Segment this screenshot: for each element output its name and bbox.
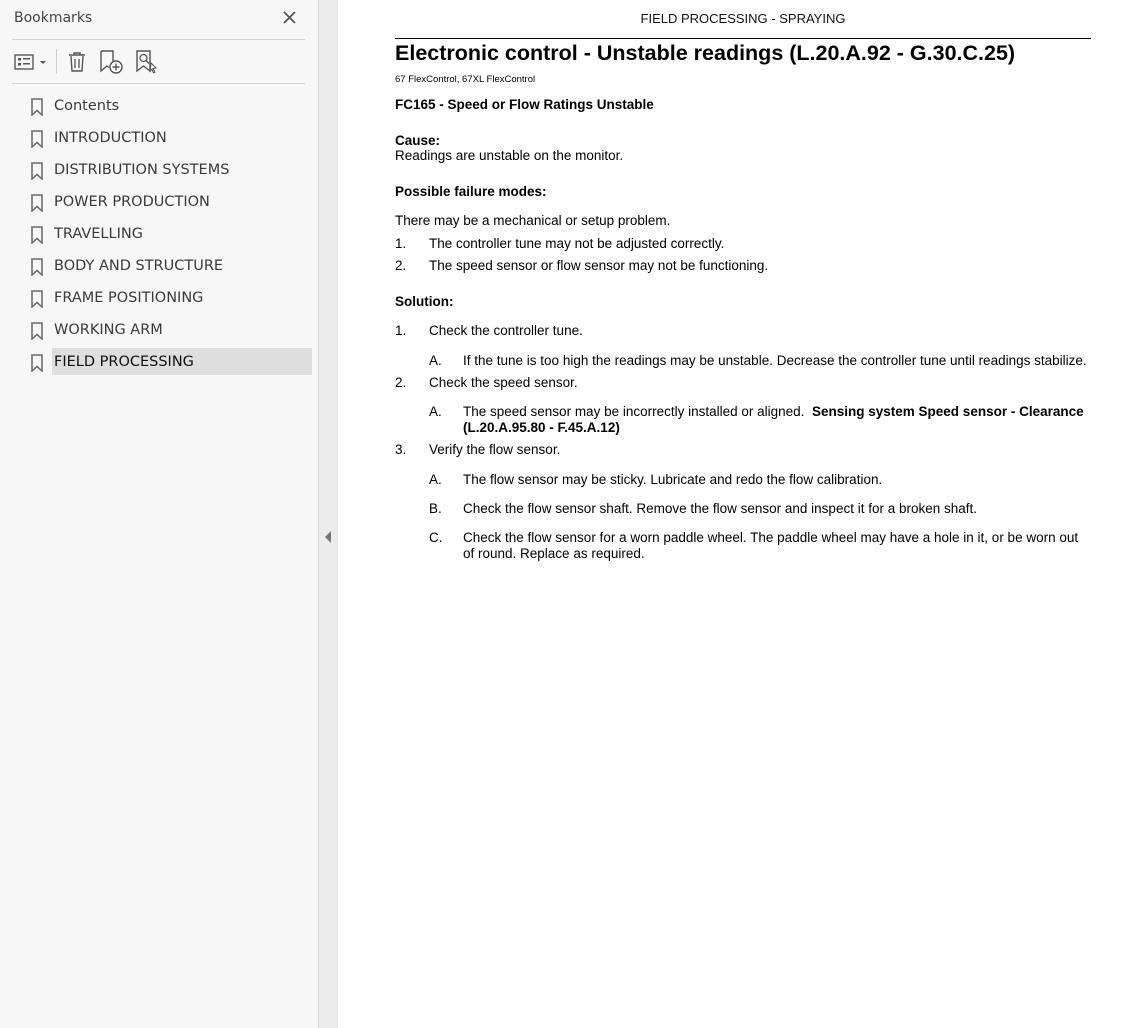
failure-intro: There may be a mechanical or setup probl… bbox=[395, 213, 671, 228]
close-icon bbox=[283, 11, 296, 24]
find-current-bookmark-button[interactable] bbox=[132, 48, 160, 76]
bookmark-travelling[interactable]: TRAVELLING bbox=[0, 220, 318, 252]
panel-title: Bookmarks bbox=[14, 10, 93, 26]
bookmark-icon bbox=[31, 258, 43, 276]
bookmark-distribution-systems[interactable]: DISTRIBUTION SYSTEMS bbox=[0, 156, 318, 188]
solution-step-text: Verify the flow sensor. bbox=[429, 442, 561, 457]
bookmark-label: Contents bbox=[54, 98, 120, 114]
new-bookmark-icon bbox=[100, 50, 123, 74]
cross-reference-link[interactable]: (L.20.A.95.80 - F.45.A.12) bbox=[463, 420, 620, 436]
bookmark-label: POWER PRODUCTION bbox=[54, 194, 210, 210]
bookmark-label: FIELD PROCESSING bbox=[54, 354, 194, 370]
delete-bookmark-button[interactable] bbox=[63, 48, 91, 76]
bookmark-icon bbox=[31, 226, 43, 244]
collapse-panel-icon[interactable] bbox=[325, 531, 331, 543]
sub-step-text: of round. Replace as required. bbox=[463, 546, 645, 561]
running-header: FIELD PROCESSING - SPRAYING bbox=[640, 11, 846, 26]
bookmark-icon bbox=[31, 162, 43, 180]
list-number: 1. bbox=[395, 236, 407, 251]
bookmark-introduction[interactable]: INTRODUCTION bbox=[0, 124, 318, 156]
bookmark-icon bbox=[31, 130, 43, 148]
sub-step-text: Check the flow sensor for a worn paddle … bbox=[463, 530, 1079, 545]
failure-mode-text: The controller tune may not be adjusted … bbox=[429, 236, 725, 251]
sub-letter: A. bbox=[429, 353, 442, 368]
list-options-icon bbox=[14, 54, 46, 70]
trash-icon bbox=[69, 52, 85, 72]
bookmark-label: BODY AND STRUCTURE bbox=[54, 258, 224, 274]
bookmark-options-button[interactable] bbox=[12, 48, 50, 76]
toolbar-separator bbox=[56, 49, 57, 74]
bookmark-contents[interactable]: Contents bbox=[0, 92, 318, 124]
bookmark-body-and-structure[interactable]: BODY AND STRUCTURE bbox=[0, 252, 318, 284]
sub-letter: A. bbox=[429, 404, 442, 419]
bookmark-list: Contents INTRODUCTION DISTRIBUTION SYSTE… bbox=[0, 92, 318, 380]
panel-divider bbox=[12, 39, 305, 40]
applicability-text: 67 FlexControl, 67XL FlexControl bbox=[395, 74, 536, 85]
list-number: 2. bbox=[395, 375, 407, 390]
sub-step-text: The speed sensor may be incorrectly inst… bbox=[463, 404, 805, 419]
solution-heading: Solution: bbox=[395, 294, 454, 309]
cross-reference-link[interactable]: Sensing system Speed sensor - Clearance bbox=[812, 404, 1084, 420]
bookmark-power-production[interactable]: POWER PRODUCTION bbox=[0, 188, 318, 220]
bookmark-label: DISTRIBUTION SYSTEMS bbox=[54, 162, 230, 178]
bookmark-frame-positioning[interactable]: FRAME POSITIONING bbox=[0, 284, 318, 316]
bookmark-working-arm[interactable]: WORKING ARM bbox=[0, 316, 318, 348]
solution-step-text: Check the controller tune. bbox=[429, 323, 583, 338]
list-number: 3. bbox=[395, 442, 407, 457]
list-number: 2. bbox=[395, 258, 407, 273]
document-page: FIELD PROCESSING - SPRAYING Electronic c… bbox=[339, 0, 1145, 1028]
bookmark-label: INTRODUCTION bbox=[54, 130, 167, 146]
list-number: 1. bbox=[395, 323, 407, 338]
cause-heading: Cause: bbox=[395, 133, 441, 148]
header-rule bbox=[395, 38, 1091, 39]
bookmark-label: FRAME POSITIONING bbox=[54, 290, 204, 306]
find-bookmark-icon bbox=[136, 50, 158, 74]
bookmark-field-processing[interactable]: FIELD PROCESSING bbox=[0, 348, 318, 380]
sub-letter: A. bbox=[429, 472, 442, 487]
close-panel-button[interactable] bbox=[280, 8, 300, 28]
bookmark-icon bbox=[31, 194, 43, 212]
bookmark-icon bbox=[31, 322, 43, 340]
sub-step-text: Check the flow sensor shaft. Remove the … bbox=[463, 501, 978, 516]
sub-step-text: The flow sensor may be sticky. Lubricate… bbox=[463, 472, 883, 487]
fault-code-heading: FC165 - Speed or Flow Ratings Unstable bbox=[395, 97, 654, 112]
bookmark-label: WORKING ARM bbox=[54, 322, 163, 338]
page-title: Electronic control - Unstable readings (… bbox=[395, 41, 1016, 65]
bookmarks-panel: Bookmarks Contents INTRODUCTION DISTRIBU… bbox=[0, 0, 318, 1028]
bookmark-label: TRAVELLING bbox=[54, 226, 143, 242]
cause-text: Readings are unstable on the monitor. bbox=[395, 148, 624, 163]
bookmark-icon bbox=[31, 290, 43, 308]
toolbar-divider bbox=[12, 83, 305, 84]
failure-mode-text: The speed sensor or flow sensor may not … bbox=[429, 258, 769, 273]
solution-step-text: Check the speed sensor. bbox=[429, 375, 578, 390]
bookmark-icon bbox=[31, 98, 43, 116]
sub-step-text: If the tune is too high the readings may… bbox=[463, 353, 1087, 368]
bookmark-icon bbox=[31, 354, 43, 372]
sub-letter: C. bbox=[429, 530, 443, 545]
new-bookmark-button[interactable] bbox=[96, 48, 126, 76]
sub-letter: B. bbox=[429, 501, 442, 516]
panel-splitter[interactable] bbox=[318, 0, 338, 1028]
failure-modes-heading: Possible failure modes: bbox=[395, 184, 547, 199]
